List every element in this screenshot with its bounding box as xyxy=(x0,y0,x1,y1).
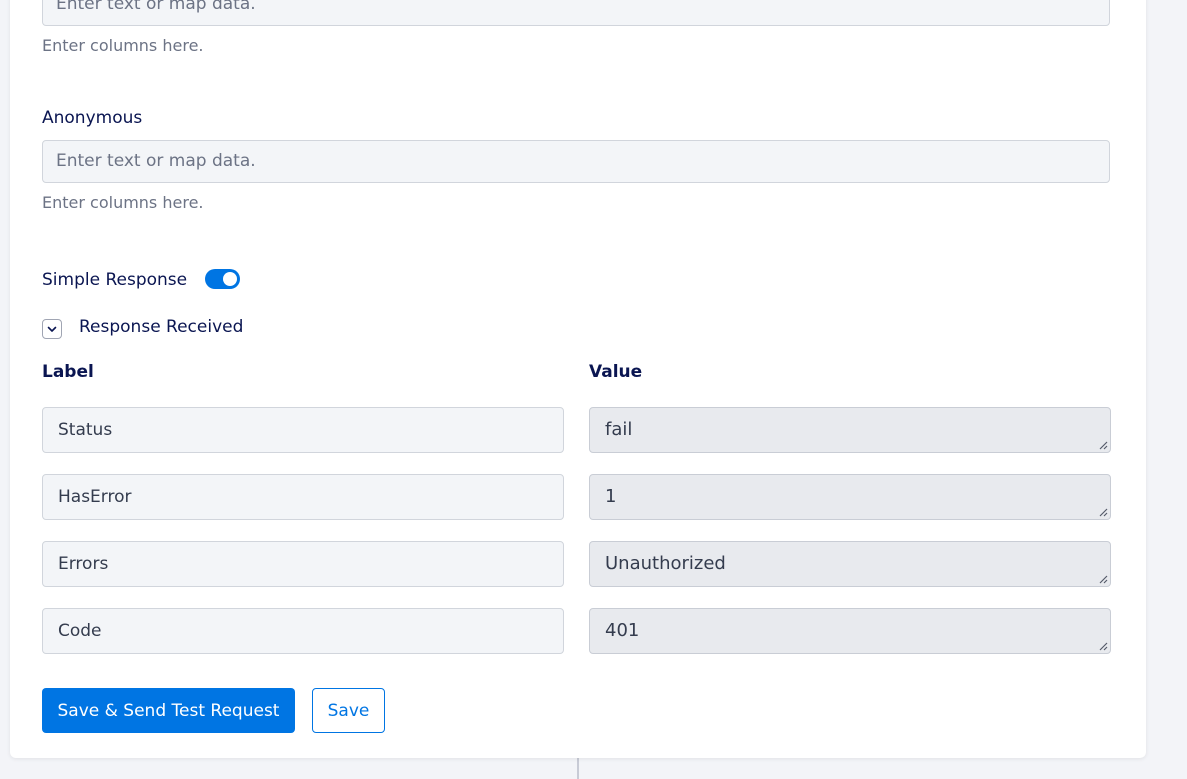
settings-card: Enter text or map data. Enter columns he… xyxy=(10,0,1146,758)
response-row-value-text: 401 xyxy=(605,620,640,641)
save-and-send-test-request-button[interactable]: Save & Send Test Request xyxy=(42,688,295,733)
anonymous-input[interactable]: Enter text or map data. xyxy=(42,140,1110,183)
first-field-input[interactable]: Enter text or map data. xyxy=(42,0,1110,26)
response-row-value-text: 1 xyxy=(605,486,617,507)
value-column-header: Value xyxy=(589,362,643,382)
resize-grip-icon[interactable] xyxy=(1098,574,1108,584)
response-row-value-text: Unauthorized xyxy=(605,553,726,574)
response-row-label-status[interactable]: Status xyxy=(42,407,564,453)
resize-grip-icon[interactable] xyxy=(1098,641,1108,651)
response-row-value-text: fail xyxy=(605,419,633,440)
resize-grip-icon[interactable] xyxy=(1098,507,1108,517)
response-row-label-haserror[interactable]: HasError xyxy=(42,474,564,520)
resize-grip-icon[interactable] xyxy=(1098,440,1108,450)
simple-response-label: Simple Response xyxy=(42,270,188,290)
anonymous-label: Anonymous xyxy=(42,108,143,128)
toggle-knob xyxy=(223,272,237,286)
response-row-label-code[interactable]: Code xyxy=(42,608,564,654)
label-column-header: Label xyxy=(42,362,94,382)
simple-response-toggle[interactable] xyxy=(205,269,240,289)
response-row-value-status[interactable]: fail xyxy=(589,407,1111,453)
response-received-collapse-button[interactable] xyxy=(42,319,62,339)
chevron-down-icon xyxy=(47,326,57,332)
save-button[interactable]: Save xyxy=(312,688,385,733)
response-row-value-code[interactable]: 401 xyxy=(589,608,1111,654)
first-field-helper: Enter columns here. xyxy=(42,36,204,55)
response-row-value-errors[interactable]: Unauthorized xyxy=(589,541,1111,587)
response-received-title: Response Received xyxy=(79,317,244,337)
response-row-label-errors[interactable]: Errors xyxy=(42,541,564,587)
background-divider xyxy=(577,757,579,779)
anonymous-helper: Enter columns here. xyxy=(42,193,204,212)
response-row-value-haserror[interactable]: 1 xyxy=(589,474,1111,520)
